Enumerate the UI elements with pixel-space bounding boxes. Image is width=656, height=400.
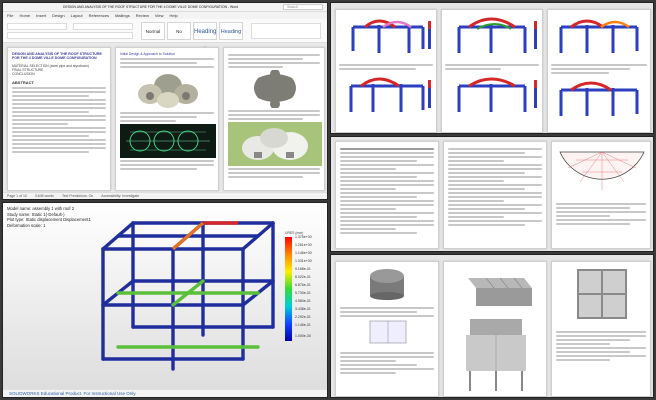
analysis-page-1	[335, 9, 437, 133]
dome-assembly-image	[228, 122, 322, 166]
fan-diagram-image	[559, 151, 645, 190]
font-controls[interactable]	[7, 23, 67, 30]
word-title: DESIGN AND ANALYSIS OF THE ROOF STRUCTUR…	[63, 5, 239, 9]
panel-frame-render	[556, 266, 648, 324]
search-placeholder: Search	[287, 5, 298, 9]
legend-value: 1.261e+00	[295, 243, 312, 247]
assembled-module-render	[448, 315, 544, 395]
page-count: Page 1 of 10	[7, 194, 27, 198]
section-heading: Initial Design & Approach to Solution	[120, 52, 175, 56]
tab-design[interactable]: Design	[52, 13, 64, 18]
abstract-heading: ABSTRACT	[12, 79, 34, 85]
tab-mailings[interactable]: Mailings	[115, 13, 130, 18]
stress-plot-2	[339, 72, 435, 116]
design-page-3	[551, 261, 651, 397]
frame-sketch-image	[369, 320, 407, 344]
stress-plot-3	[445, 13, 541, 57]
legend-value: 1.375e+00	[295, 235, 312, 239]
analysis-page-3	[547, 9, 651, 133]
paragraph-controls[interactable]	[73, 23, 133, 30]
design-pages-window	[330, 254, 654, 398]
legend-value: 9.168e-01	[295, 267, 311, 271]
stress-plot-5	[551, 13, 649, 57]
design-page-1	[335, 261, 439, 397]
report-pages-window	[330, 136, 654, 252]
analysis-pages-window	[330, 2, 654, 134]
stress-plot-4	[445, 72, 541, 116]
analysis-page-2	[441, 9, 543, 133]
tab-references[interactable]: References	[89, 13, 109, 18]
text-predictions[interactable]: Text Predictions: On	[62, 194, 93, 198]
tab-insert[interactable]: Insert	[36, 13, 46, 18]
legend-value: 1.031e+00	[295, 259, 312, 263]
tab-review[interactable]: Review	[136, 13, 149, 18]
legend-value: 3.438e-01	[295, 307, 311, 311]
tab-layout[interactable]: Layout	[71, 13, 83, 18]
grid-structure-image	[120, 124, 216, 159]
legend-value: 2.292e-01	[295, 315, 311, 319]
ribbon: Normal No Spacing Heading 1 Heading 2	[3, 19, 327, 53]
document-page-2: Initial Design & Approach to Solution	[115, 47, 219, 191]
ribbon-tabs: File Home Insert Design Layout Reference…	[3, 12, 327, 19]
tab-home[interactable]: Home	[19, 13, 30, 18]
word-title-bar: DESIGN AND ANALYSIS OF THE ROOF STRUCTUR…	[3, 3, 327, 12]
document-page-1: DESIGN AND ANALYSIS OF THE ROOF STRUCTUR…	[7, 47, 111, 191]
accessibility[interactable]: Accessibility: Investigate	[101, 194, 139, 198]
legend-value: 6.876e-01	[295, 283, 311, 287]
editing-controls[interactable]	[251, 23, 321, 39]
dome-module-render	[340, 266, 436, 300]
legend-value: 8.022e-01	[295, 275, 311, 279]
style-heading-1[interactable]: Heading 1	[193, 22, 217, 53]
word-count: 3,645 words	[34, 194, 54, 198]
style-normal[interactable]: Normal	[141, 22, 165, 40]
status-bar: Page 1 of 10 3,645 words Text Prediction…	[3, 192, 327, 199]
format-controls[interactable]	[7, 32, 133, 39]
doc-title: DESIGN AND ANALYSIS OF THE ROOF STRUCTUR…	[12, 52, 102, 61]
roof-outline-image	[228, 70, 322, 108]
frame-structure-model	[101, 221, 275, 371]
style-heading-2[interactable]: Heading 2	[219, 22, 243, 53]
legend-value: 4.584e-01	[295, 299, 311, 303]
legend-value: 1.146e-01	[295, 323, 311, 327]
word-window: DESIGN AND ANALYSIS OF THE ROOF STRUCTUR…	[2, 2, 328, 200]
legend-color-bar	[285, 237, 292, 341]
tab-view[interactable]: View	[155, 13, 164, 18]
document-page-3	[223, 47, 325, 191]
legend-value: 1.000e-30	[295, 334, 311, 338]
stress-plot-1	[339, 13, 435, 57]
style-no-spacing[interactable]: No Spacing	[167, 22, 191, 52]
design-page-2	[443, 261, 547, 397]
roof-module-render	[448, 266, 544, 310]
legend-value: 1.146e+00	[295, 251, 312, 255]
solidworks-window: Model name: assembly 1 with roof 2 Study…	[2, 202, 328, 398]
educational-banner: SOLIDWORKS Educational Product. For Inst…	[3, 389, 327, 397]
tab-file[interactable]: File	[7, 13, 13, 18]
report-page-2	[443, 141, 547, 249]
dome-render-image	[120, 70, 216, 111]
legend-value: 5.730e-01	[295, 291, 311, 295]
report-page-1	[335, 141, 439, 249]
stress-plot-6	[551, 76, 649, 120]
report-page-3	[551, 141, 651, 249]
tab-help[interactable]: Help	[169, 13, 177, 18]
search-box[interactable]: Search	[283, 4, 323, 10]
displacement-legend: URES (mm) 1.375e+00 1.261e+00 1.146e+00 …	[285, 231, 327, 347]
